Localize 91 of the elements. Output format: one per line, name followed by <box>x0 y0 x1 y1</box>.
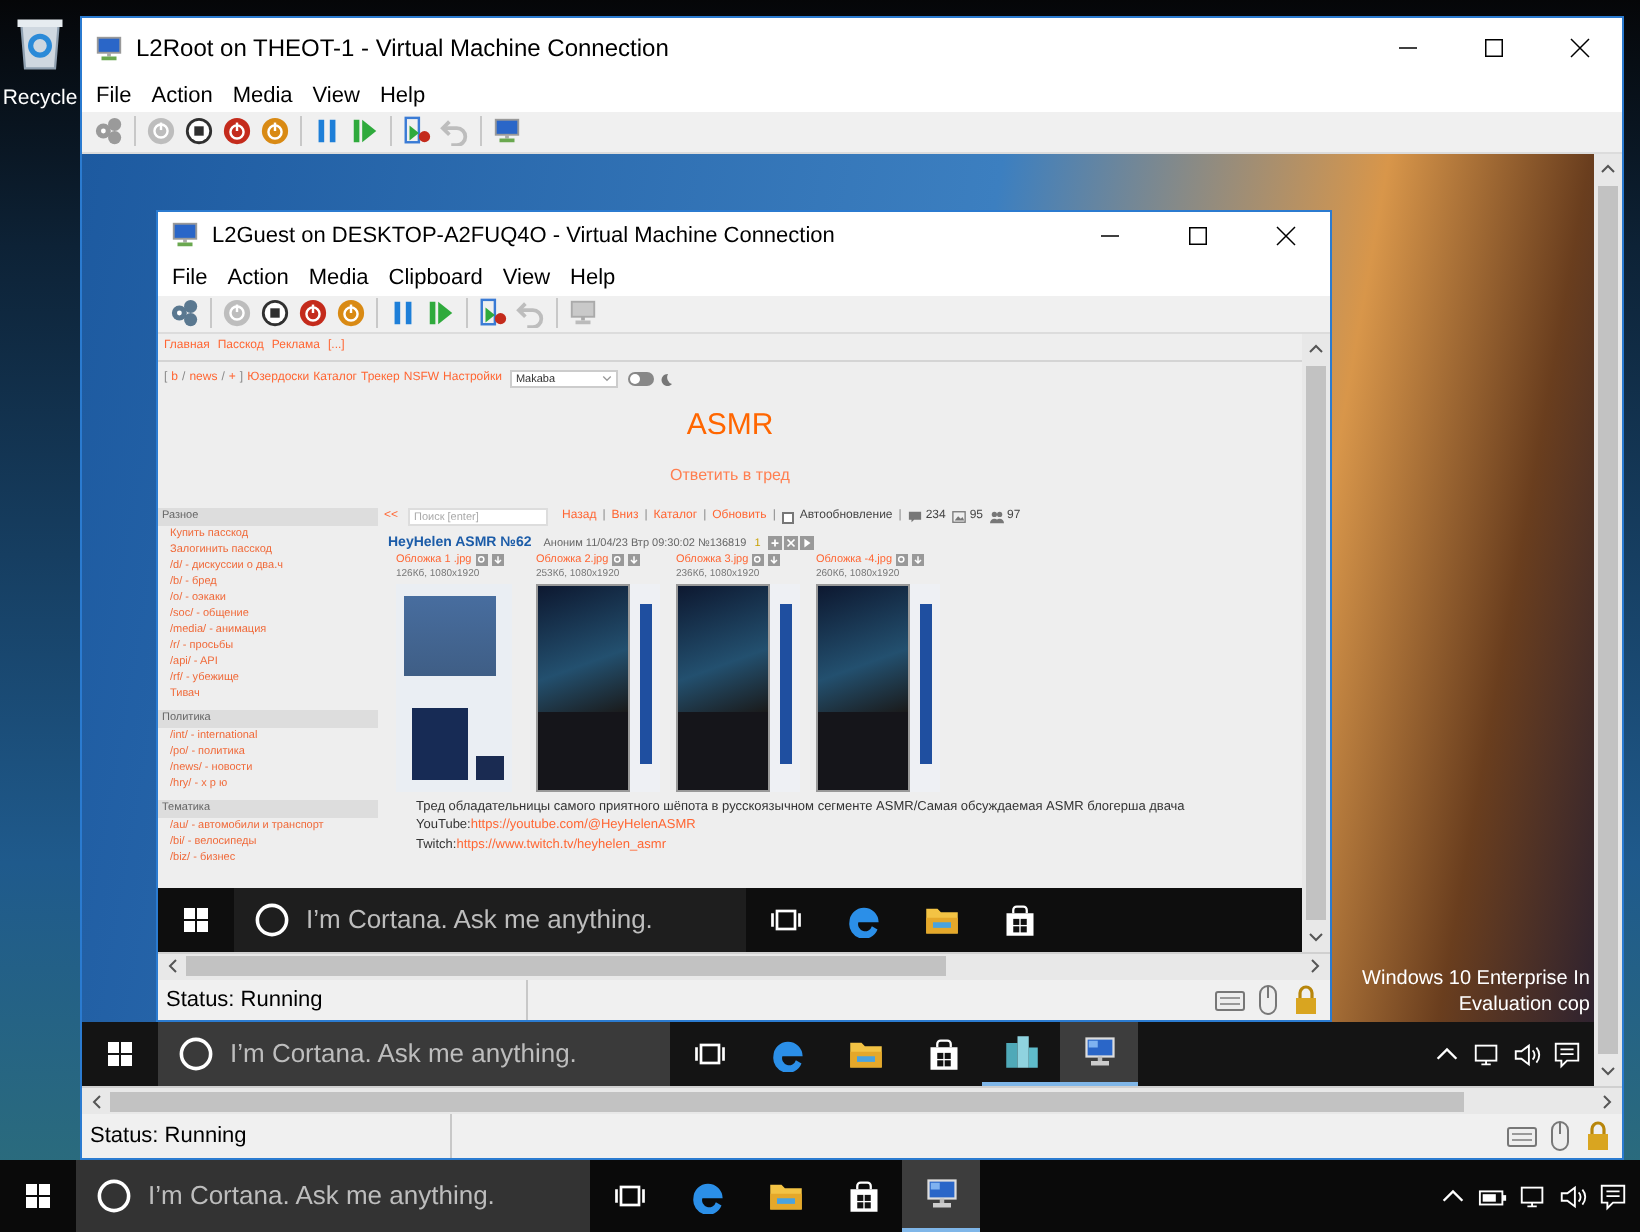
circle-icon <box>254 901 290 938</box>
status-text: Status: Running <box>166 985 325 1016</box>
windows-start-icon[interactable] <box>104 1038 136 1071</box>
play-icon[interactable] <box>350 116 380 147</box>
watermark-text: Evaluation cop <box>1458 991 1590 1018</box>
window-title: L2Guest on DESKTOP-A2FUQ4O - Virtual Machine Connection <box>212 221 835 252</box>
horizontal-scrollbar[interactable] <box>82 1086 1622 1115</box>
speaker-icon[interactable] <box>1558 1181 1588 1211</box>
search-icon[interactable] <box>475 554 488 567</box>
shopping-bag-icon[interactable] <box>1001 901 1037 938</box>
browser-icon[interactable] <box>689 1178 725 1214</box>
menu-item[interactable]: File <box>162 261 218 295</box>
power-icon[interactable] <box>298 298 328 329</box>
moon-icon <box>657 371 674 388</box>
shopping-bag-icon[interactable] <box>845 1178 881 1214</box>
close-icon[interactable] <box>1274 223 1298 248</box>
network-icon[interactable] <box>1518 1181 1548 1211</box>
stop-icon[interactable] <box>260 298 290 329</box>
speaker-icon[interactable] <box>1512 1039 1542 1070</box>
search-icon[interactable] <box>612 554 625 567</box>
hide-icon[interactable] <box>784 536 799 551</box>
play-icon[interactable] <box>800 536 815 551</box>
download-icon[interactable] <box>768 554 781 567</box>
play-icon[interactable] <box>426 298 456 329</box>
caret-icon <box>601 374 612 385</box>
image-thumbnail[interactable] <box>396 583 512 792</box>
shopping-bag-icon[interactable] <box>925 1036 961 1073</box>
watermark-text: Windows 10 Enterprise In <box>1362 965 1590 992</box>
monitor-icon <box>923 1176 959 1212</box>
desktop-icon-label[interactable]: Recycle <box>2 84 78 116</box>
dark-mode-toggle[interactable] <box>627 372 654 387</box>
download-icon[interactable] <box>912 554 925 567</box>
network-icon[interactable] <box>1472 1039 1502 1070</box>
monitor-icon[interactable] <box>492 116 522 147</box>
monitor-icon <box>170 220 200 251</box>
download-icon[interactable] <box>491 554 504 567</box>
window-title: L2Root on THEOT-1 - Virtual Machine Connection <box>136 32 669 67</box>
power-icon[interactable] <box>222 116 252 147</box>
keys-icon[interactable] <box>170 298 200 329</box>
search-icon[interactable] <box>752 554 765 567</box>
monitor-icon <box>94 33 124 64</box>
speech-bubble-icon <box>907 510 922 525</box>
power-icon[interactable] <box>260 116 290 147</box>
windows-start-icon[interactable] <box>180 903 212 936</box>
stop-icon[interactable] <box>184 116 214 147</box>
vertical-scrollbar[interactable] <box>1302 333 1330 952</box>
menu-item[interactable]: Help <box>369 79 436 113</box>
circle-icon <box>178 1036 214 1073</box>
menu-item[interactable]: View <box>302 79 370 113</box>
search-icon[interactable] <box>896 554 909 567</box>
menu-item[interactable]: Clipboard <box>378 261 493 295</box>
menu-item[interactable]: Action <box>141 79 223 113</box>
taskbar-button[interactable] <box>1060 1022 1138 1087</box>
menu-item[interactable]: File <box>86 79 142 113</box>
taskbar-button[interactable] <box>902 1160 980 1232</box>
search-field[interactable]: I’m Cortana. Ask me anything. <box>76 1160 590 1232</box>
image-thumbnail[interactable] <box>536 583 660 792</box>
lock-icon <box>1582 1120 1614 1153</box>
power-icon[interactable] <box>336 298 366 329</box>
menu-item[interactable]: Help <box>560 261 626 295</box>
horizontal-scrollbar[interactable] <box>158 951 1330 980</box>
browser-icon[interactable] <box>769 1036 805 1073</box>
monitor-icon <box>1081 1034 1117 1071</box>
menu-item[interactable]: Media <box>222 79 303 113</box>
notification-icon[interactable] <box>1552 1039 1582 1070</box>
reply-icon[interactable] <box>768 536 783 551</box>
notification-icon[interactable] <box>1598 1181 1628 1211</box>
image-thumbnail[interactable] <box>816 583 940 792</box>
close-icon[interactable] <box>1567 36 1591 61</box>
checkpoint-icon[interactable] <box>402 116 432 147</box>
checkpoint-icon[interactable] <box>478 298 508 329</box>
download-icon[interactable] <box>628 554 641 567</box>
server-icon <box>1003 1034 1039 1071</box>
search-field[interactable]: I’m Cortana. Ask me anything. <box>158 1022 670 1087</box>
maximize-icon[interactable] <box>1481 36 1505 61</box>
windows-start-icon[interactable] <box>22 1180 54 1212</box>
search-field[interactable]: I’m Cortana. Ask me anything. <box>234 887 746 952</box>
maximize-icon[interactable] <box>1186 223 1210 248</box>
users-icon <box>989 510 1004 525</box>
menu-item[interactable]: Action <box>217 261 299 295</box>
menu-item[interactable]: View <box>492 261 561 295</box>
menu-item[interactable]: Media <box>298 261 379 295</box>
circle-icon <box>96 1178 132 1214</box>
lock-icon <box>1290 983 1322 1016</box>
reply-link[interactable]: Ответить в тред <box>670 465 790 486</box>
image-icon <box>951 510 966 525</box>
board-title: ASMR <box>686 405 774 446</box>
vertical-scrollbar[interactable] <box>1594 153 1622 1087</box>
image-thumbnail[interactable] <box>676 583 800 792</box>
autoupdate-checkbox[interactable] <box>781 511 794 524</box>
status-text: Status: Running <box>90 1121 249 1152</box>
